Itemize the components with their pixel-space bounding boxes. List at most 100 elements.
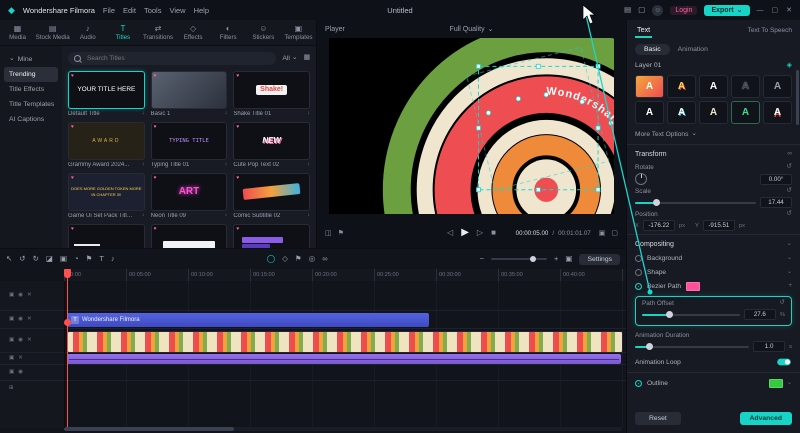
download-icon[interactable]: ↓ — [225, 162, 228, 168]
title-template-diy-lowerthird[interactable]: ♥DIY Set Pack Lowerthi...↓ — [233, 224, 310, 248]
text-preset[interactable]: A — [667, 101, 696, 124]
redo-icon[interactable]: ↻ — [33, 255, 39, 263]
path-offset-value[interactable]: 27.6 — [744, 309, 776, 320]
lock-icon[interactable]: ▣ — [9, 317, 14, 323]
next-frame-button[interactable]: ▷ — [477, 229, 483, 237]
favorite-icon[interactable]: ♥ — [71, 125, 74, 130]
tab-templates[interactable]: ▣Templates — [281, 20, 316, 45]
bezier-path-radio[interactable] — [635, 283, 642, 290]
text-preset[interactable]: A — [667, 75, 696, 98]
sidebar-item-trending[interactable]: Trending — [4, 67, 58, 82]
rotate-value[interactable]: 0.00° — [760, 174, 792, 185]
eye-icon[interactable]: ◉ — [18, 338, 23, 344]
favorite-icon[interactable]: ♥ — [154, 176, 157, 181]
reset-scale-icon[interactable]: ↺ — [787, 188, 792, 195]
record-icon[interactable]: ◯ — [267, 255, 275, 263]
path-offset-slider[interactable] — [642, 314, 740, 316]
download-icon[interactable]: ↓ — [142, 213, 145, 219]
tab-effects[interactable]: ◇Effects — [176, 20, 211, 45]
tab-media[interactable]: ▦Media — [0, 20, 35, 45]
magnet-icon[interactable]: ◎ — [309, 255, 316, 263]
download-icon[interactable]: ↓ — [307, 162, 310, 168]
lock-icon[interactable]: ▣ — [9, 370, 14, 376]
title-clip[interactable]: T Wondershare Filmora — [67, 313, 429, 327]
favorite-icon[interactable]: ♥ — [154, 74, 157, 79]
scale-slider[interactable] — [635, 202, 756, 204]
export-button[interactable]: Export⌄ — [704, 5, 749, 16]
menu-tools[interactable]: Tools — [144, 6, 162, 15]
title-template-game-ui[interactable]: ♥DOES MORE GOLDEN TOKEN MORE IN CHAPTER … — [68, 173, 145, 219]
mute-icon[interactable]: ✕ — [27, 317, 32, 323]
favorite-icon[interactable]: ♥ — [71, 74, 74, 79]
minimize-button[interactable]: — — [757, 7, 764, 14]
favorite-icon[interactable]: ♥ — [71, 176, 74, 181]
text-preset[interactable]: A — [699, 101, 728, 124]
favorite-icon[interactable]: ♥ — [71, 227, 74, 232]
avatar[interactable]: ☺ — [652, 5, 663, 16]
background-row[interactable]: Background ⌄ — [635, 251, 792, 265]
zoom-out-icon[interactable]: − — [480, 255, 484, 263]
title-template-grammy[interactable]: ♥AWARDGrammy Award 2024...↓ — [68, 122, 145, 168]
background-radio[interactable] — [635, 255, 642, 262]
audio-clip[interactable] — [67, 354, 621, 364]
text-preset[interactable]: A — [731, 75, 760, 98]
title-template-shake[interactable]: ♥Shake!Shake Title 01↓ — [233, 71, 310, 117]
outline-toggle[interactable] — [635, 380, 642, 387]
preview-canvas[interactable]: Wondershare Filmora — [329, 38, 614, 214]
y-value[interactable]: -915.51 — [703, 220, 735, 231]
reset-button[interactable]: Reset — [635, 412, 681, 425]
mute-icon[interactable]: ✕ — [27, 338, 32, 344]
reset-path-offset-icon[interactable]: ↺ — [780, 300, 785, 307]
download-icon[interactable]: ↓ — [225, 213, 228, 219]
reset-position-icon[interactable]: ↺ — [787, 211, 792, 218]
lock-icon[interactable]: ▣ — [9, 293, 14, 299]
tab-stickers[interactable]: ☺Stickers — [246, 20, 281, 45]
outline-row[interactable]: Outline ⌄ — [635, 376, 792, 390]
maximize-button[interactable]: ▢ — [772, 7, 779, 14]
play-button[interactable]: ▶ — [461, 228, 469, 238]
bezier-path-row[interactable]: Bezier Path + — [635, 279, 792, 293]
zoom-in-icon[interactable]: + — [554, 255, 558, 263]
tab-audio[interactable]: ♪Audio — [70, 20, 105, 45]
search-box[interactable] — [68, 52, 276, 65]
fit-icon[interactable]: ▣ — [599, 230, 606, 237]
previous-frame-button[interactable]: ◁ — [447, 229, 453, 237]
shape-radio[interactable] — [635, 269, 642, 276]
sidebar-item-title-effects[interactable]: Title Effects — [4, 82, 58, 97]
menu-edit[interactable]: Edit — [123, 6, 136, 15]
tab-stock-media[interactable]: ▤Stock Media — [35, 20, 70, 45]
layer-icon[interactable]: ◈ — [787, 62, 792, 69]
text-preset[interactable]: A — [731, 101, 760, 124]
lock-icon[interactable]: ▣ — [9, 356, 14, 362]
chevron-down-icon[interactable]: ⌄ — [787, 241, 792, 248]
tab-transitions[interactable]: ⇄Transitions — [140, 20, 175, 45]
outline-color-swatch[interactable] — [769, 379, 783, 388]
pointer-tool-icon[interactable]: ↖ — [6, 255, 12, 263]
reset-rotate-icon[interactable]: ↺ — [787, 164, 792, 171]
zoom-slider[interactable] — [491, 258, 547, 260]
favorite-icon[interactable]: ♥ — [154, 125, 157, 130]
split-icon[interactable]: ◪ — [46, 255, 53, 263]
tab-text[interactable]: Text — [635, 22, 652, 38]
favorite-icon[interactable]: ♥ — [236, 74, 239, 79]
menu-help[interactable]: Help — [194, 6, 209, 15]
text-preset[interactable]: A — [699, 75, 728, 98]
shape-row[interactable]: Shape ⌄ — [635, 265, 792, 279]
add-track-row[interactable]: ⊞ — [0, 381, 64, 397]
menu-view[interactable]: View — [169, 6, 185, 15]
more-text-options[interactable]: More Text Options ⌄ — [635, 127, 792, 141]
reset-bezier-icon[interactable]: + — [788, 283, 792, 289]
eye-icon[interactable]: ◉ — [18, 317, 23, 323]
timeline-settings-button[interactable]: Settings — [579, 254, 620, 265]
search-input[interactable] — [85, 54, 270, 63]
advanced-button[interactable]: Advanced — [740, 412, 792, 425]
filter-all-dropdown[interactable]: All⌄ — [282, 55, 297, 62]
audio-tool-icon[interactable]: ♪ — [111, 255, 115, 263]
mute-icon[interactable]: ✕ — [18, 356, 23, 362]
favorite-icon[interactable]: ♥ — [154, 227, 157, 232]
text-preset[interactable]: A — [763, 75, 792, 98]
favorite-icon[interactable]: ♥ — [236, 227, 239, 232]
undo-icon[interactable]: ↺ — [19, 255, 25, 263]
stop-button[interactable]: ■ — [491, 229, 496, 237]
playhead[interactable] — [67, 269, 68, 427]
